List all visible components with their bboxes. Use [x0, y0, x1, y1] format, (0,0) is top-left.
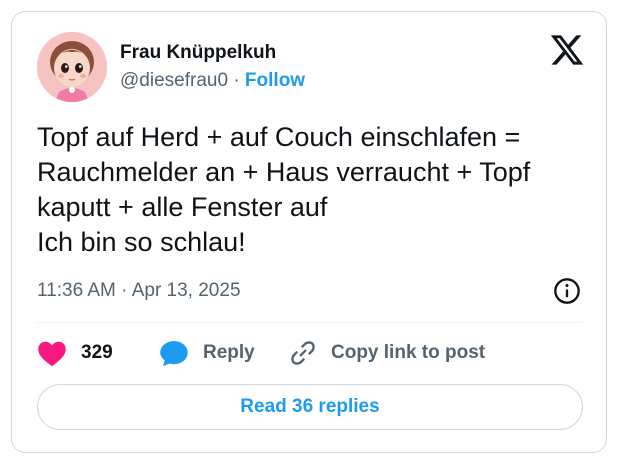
- like-count: 329: [81, 342, 113, 363]
- info-icon[interactable]: [553, 277, 581, 305]
- copy-link-button[interactable]: Copy link to post: [289, 338, 485, 368]
- speech-bubble-icon: [160, 341, 188, 367]
- avatar[interactable]: [37, 32, 107, 102]
- x-logo-icon[interactable]: [549, 32, 585, 68]
- heart-icon: [38, 341, 66, 367]
- tweet-card: Frau Knüppelkuh @diesefrau0 · Follow Top…: [11, 11, 607, 453]
- reply-label: Reply: [203, 342, 255, 363]
- author-name[interactable]: Frau Knüppelkuh: [120, 42, 276, 64]
- read-replies-button[interactable]: Read 36 replies: [37, 384, 583, 430]
- copy-link-label: Copy link to post: [331, 342, 486, 363]
- info-icon-glyph: [554, 278, 580, 304]
- separator-dot: ·: [233, 70, 240, 91]
- read-replies-label: Read 36 replies: [240, 396, 380, 417]
- like-button[interactable]: 329: [37, 338, 113, 368]
- reply-button[interactable]: Reply: [159, 338, 255, 368]
- author-handle[interactable]: @diesefrau0: [120, 70, 228, 91]
- follow-button[interactable]: Follow: [245, 70, 305, 91]
- avatar-image: [37, 32, 107, 102]
- tweet-text: Topf auf Herd + auf Couch einschlafen = …: [37, 122, 531, 257]
- tweet-timestamp[interactable]: 11:36 AM · Apr 13, 2025: [37, 280, 241, 302]
- author-handle-row: @diesefrau0 · Follow: [120, 70, 305, 92]
- x-logo-icon-glyph: [550, 35, 584, 65]
- divider: [37, 322, 583, 323]
- link-icon: [291, 341, 315, 365]
